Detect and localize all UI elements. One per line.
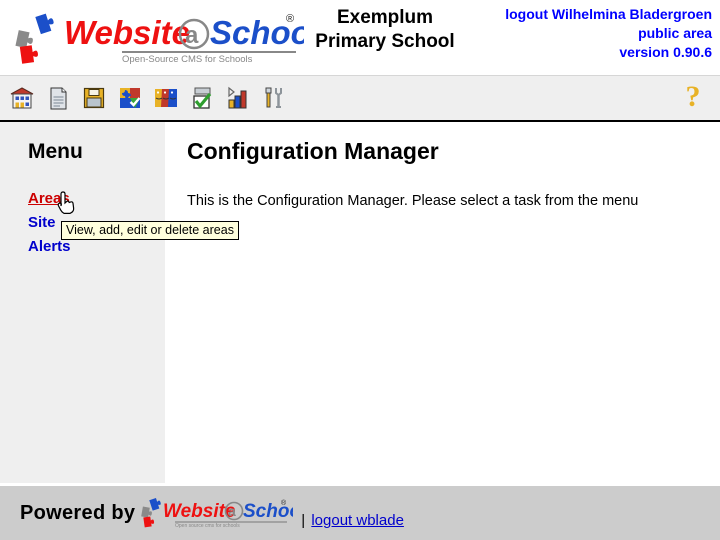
- toolbar-button-tools[interactable]: [259, 82, 289, 114]
- footer-logout: | logout wblade: [301, 512, 404, 529]
- current-area-label: public area: [638, 24, 712, 41]
- school-name-line1: Exemplum: [336, 7, 434, 28]
- page-body: Menu Areas Site Alerts Configuration Man…: [0, 122, 720, 483]
- toolbar-button-tasks[interactable]: [187, 82, 217, 114]
- user-session-info: logout Wilhelmina Bladergroen public are…: [505, 5, 712, 62]
- sidebar-heading: Menu: [28, 140, 83, 163]
- svg-text:®: ®: [281, 499, 287, 507]
- toolbar-button-users[interactable]: [151, 82, 181, 114]
- sidebar-menu: Areas Site Alerts: [0, 164, 165, 256]
- logout-user-link[interactable]: logout Wilhelmina Bladergroen: [505, 6, 712, 22]
- toolbar-icon-group: [0, 82, 289, 114]
- page-title: Configuration Manager: [187, 138, 439, 164]
- svg-text:a: a: [228, 503, 236, 519]
- toolbar-button-school[interactable]: [7, 82, 37, 114]
- footer-brand-tagline: Open source cms for schools: [175, 523, 240, 529]
- svg-text:®: ®: [286, 13, 294, 25]
- toolbar-button-statistics[interactable]: [223, 82, 253, 114]
- footer-brand-logo[interactable]: Website a School ® Open source cms for s…: [141, 497, 293, 531]
- toolbar-button-modules[interactable]: [115, 82, 145, 114]
- brand-wordmark: Website a School ® Open-Source CMS for S…: [64, 13, 304, 65]
- sidebar-item-site[interactable]: Site: [28, 214, 56, 231]
- statistics-bars-icon: [228, 86, 247, 109]
- sidebar: Menu Areas Site Alerts: [0, 122, 165, 483]
- brand-tagline: Open-Source CMS for Schools: [122, 54, 253, 65]
- tools-icon: [265, 87, 282, 108]
- sidebar-item-alerts[interactable]: Alerts: [28, 238, 71, 255]
- svg-text:Website: Website: [64, 14, 190, 51]
- hand-cursor: [57, 191, 75, 214]
- save-floppy-icon: [83, 87, 105, 109]
- page-intro-text: This is the Configuration Manager. Pleas…: [187, 193, 639, 209]
- users-faces-icon: [155, 89, 177, 107]
- tooltip-areas: View, add, edit or delete areas: [61, 221, 239, 240]
- svg-text:a: a: [185, 22, 199, 49]
- page-header: Website a School ® Open-Source CMS for S…: [0, 0, 720, 75]
- list-item: Alerts: [28, 238, 165, 256]
- school-name: Exemplum Primary School: [300, 6, 470, 54]
- toolbar-button-save[interactable]: [79, 82, 109, 114]
- footer-separator: |: [301, 511, 306, 529]
- logout-wblade-link[interactable]: logout wblade: [311, 512, 404, 529]
- list-item: Areas: [28, 190, 165, 208]
- question-mark-icon: ?: [685, 80, 701, 113]
- help-button[interactable]: ?: [678, 80, 708, 114]
- main-toolbar: ?: [0, 75, 720, 120]
- page-icon: [50, 87, 67, 110]
- toolbar-button-pages[interactable]: [43, 82, 73, 114]
- page-footer: Powered by Website a School ® Open sourc…: [0, 486, 720, 540]
- school-name-line2: Primary School: [315, 30, 455, 52]
- brand-logo[interactable]: Website a School ® Open-Source CMS for S…: [8, 6, 308, 70]
- tasks-checkbox-icon: [193, 87, 212, 109]
- school-icon: [10, 87, 34, 109]
- powered-by-label: Powered by: [20, 501, 136, 524]
- version-label: version 0.90.6: [619, 43, 712, 60]
- modules-puzzle-icon: [120, 88, 141, 108]
- main-content: Configuration Manager This is the Config…: [165, 122, 720, 483]
- puzzle-pieces-icon: [15, 13, 54, 64]
